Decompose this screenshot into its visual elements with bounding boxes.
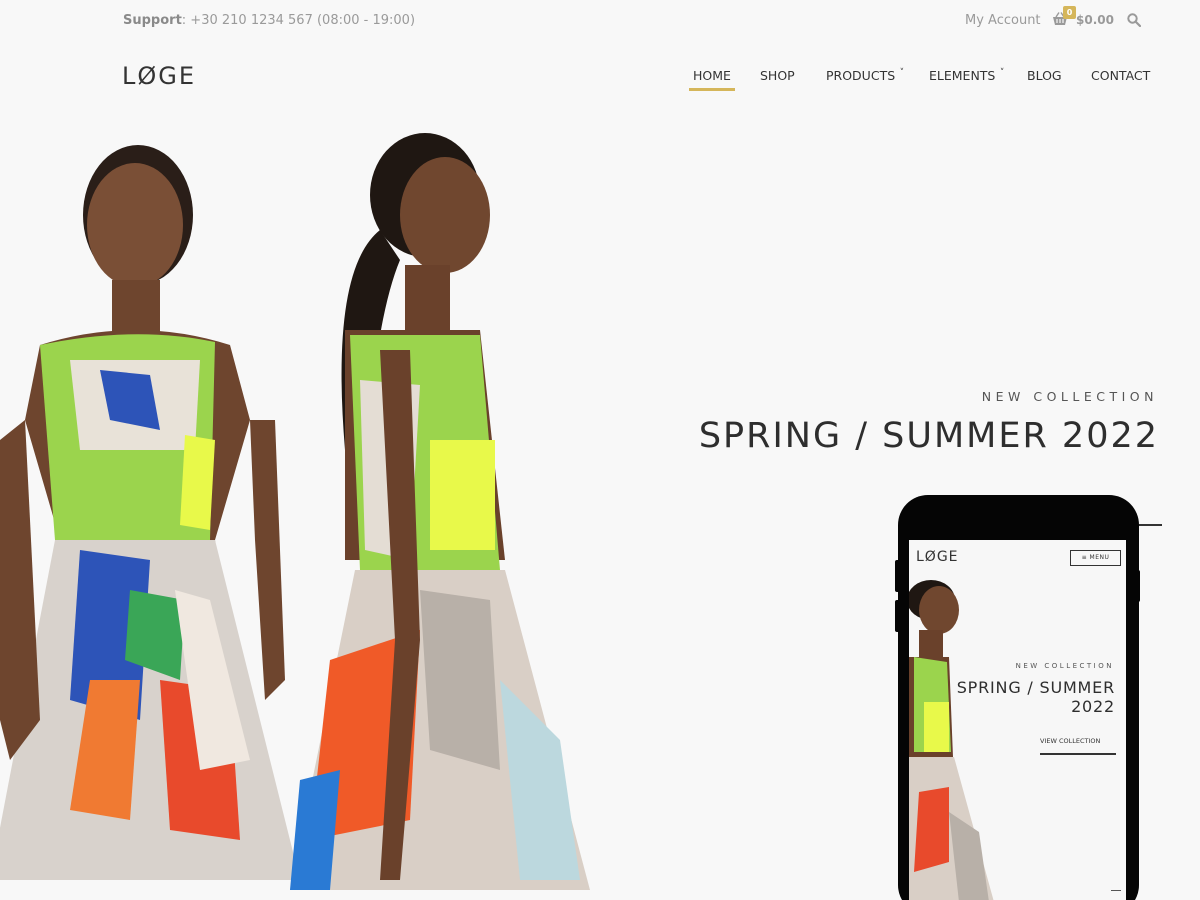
- cart-button[interactable]: 0 $0.00: [1052, 6, 1114, 29]
- nav-item-contact[interactable]: CONTACT: [1091, 68, 1150, 90]
- support-info: Support: +30 210 1234 567 (08:00 - 19:00…: [123, 13, 415, 28]
- my-account-link[interactable]: My Account: [965, 13, 1041, 28]
- nav-item-label: ELEMENTS: [929, 68, 996, 83]
- main-nav: HOME SHOP PRODUCTS ˅ ELEMENTS ˅ BLOG CONTA…: [0, 68, 1200, 98]
- mobile-preview-screen: LØGE ≡ MENU NEW COLLECTION SPRING / SUMM…: [909, 540, 1126, 900]
- mobile-hero-image: [909, 580, 994, 900]
- chevron-down-icon: ˅: [999, 68, 1005, 78]
- hero-eyebrow: NEW COLLECTION: [981, 389, 1158, 404]
- mobile-headline-line2: 2022: [1071, 697, 1115, 716]
- mobile-headline: SPRING / SUMMER 2022: [915, 678, 1115, 716]
- nav-item-elements[interactable]: ELEMENTS ˅: [929, 68, 1004, 90]
- support-label: Support: [123, 13, 182, 28]
- nav-item-products[interactable]: PRODUCTS ˅: [826, 68, 904, 90]
- nav-item-home[interactable]: HOME: [689, 68, 735, 91]
- top-bar: Support: +30 210 1234 567 (08:00 - 19:00…: [0, 0, 1200, 42]
- mobile-headline-line1: SPRING / SUMMER: [956, 678, 1115, 697]
- model-front: [0, 145, 300, 880]
- support-phone: : +30 210 1234 567 (08:00 - 19:00): [181, 13, 416, 28]
- nav-item-blog[interactable]: BLOG: [1027, 68, 1062, 90]
- model-side: [290, 133, 590, 890]
- nav-item-shop[interactable]: SHOP: [760, 68, 795, 90]
- hero-headline: SPRING / SUMMER 2022: [698, 416, 1159, 456]
- mobile-view-collection-link[interactable]: VIEW COLLECTION: [1040, 737, 1100, 745]
- mobile-eyebrow: NEW COLLECTION: [1015, 662, 1114, 670]
- hero-models-image: [0, 133, 590, 890]
- chevron-down-icon: ˅: [899, 68, 905, 78]
- cart-count-badge: 0: [1063, 6, 1076, 19]
- mobile-cta-underline: [1040, 753, 1116, 755]
- basket-icon: 0: [1052, 6, 1076, 29]
- cart-total: $0.00: [1076, 13, 1114, 27]
- mobile-menu-button[interactable]: ≡ MENU: [1070, 550, 1121, 566]
- nav-item-label: PRODUCTS: [826, 68, 896, 83]
- scroll-indicator: [1111, 890, 1121, 891]
- mobile-logo[interactable]: LØGE: [916, 549, 959, 565]
- search-icon[interactable]: [1127, 12, 1143, 28]
